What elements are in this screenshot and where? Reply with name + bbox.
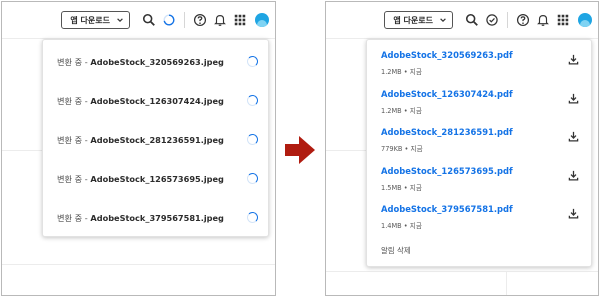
search-icon[interactable]	[142, 13, 156, 27]
converting-status: 변환 중 -	[57, 173, 91, 184]
background-gridline	[2, 264, 275, 265]
chevron-down-icon	[440, 18, 446, 23]
clear-notifications-button[interactable]: 알림 삭제	[381, 245, 411, 256]
app-grid-icon[interactable]	[556, 13, 570, 27]
app-grid-icon[interactable]	[233, 13, 247, 27]
download-meta: 1.5MB • 지금	[381, 183, 422, 192]
converting-item[interactable]: 변환 중 - AdobeStock_320569263.jpeg	[43, 42, 268, 81]
background-gridline	[326, 150, 366, 151]
converting-status: 변환 중 -	[57, 56, 91, 67]
loading-spinner-icon[interactable]	[162, 13, 176, 27]
app-download-label: 앱 다운로드	[70, 15, 110, 25]
avatar[interactable]	[578, 13, 592, 27]
arrow-right-icon	[285, 136, 315, 164]
converting-item[interactable]: 변환 중 - AdobeStock_379567581.jpeg	[43, 198, 268, 237]
download-item: AdobeStock_281236591.pdf 779KB • 지금	[367, 118, 591, 157]
converting-filename: AdobeStock_281236591.jpeg	[90, 134, 224, 145]
background-gridline	[506, 271, 507, 295]
download-item: AdobeStock_320569263.pdf 1.2MB • 지금	[367, 41, 591, 80]
avatar[interactable]	[255, 13, 269, 27]
download-filename-link[interactable]: AdobeStock_281236591.pdf	[381, 127, 513, 137]
converting-filename: AdobeStock_126573695.jpeg	[90, 173, 224, 184]
loading-spinner-icon	[247, 95, 258, 106]
download-meta: 1.4MB • 지금	[381, 222, 422, 230]
converting-item-text: 변환 중 - AdobeStock_126573695.jpeg	[57, 173, 247, 185]
download-meta: 1.2MB • 지금	[381, 68, 422, 76]
app-download-label: 앱 다운로드	[393, 15, 433, 25]
download-filename-link[interactable]: AdobeStock_126307424.pdf	[381, 89, 513, 99]
converting-status: 변환 중 -	[57, 134, 91, 145]
converting-status: 변환 중 -	[57, 95, 91, 106]
loading-spinner-icon	[247, 56, 258, 67]
app-download-button[interactable]: 앱 다운로드	[384, 11, 453, 29]
download-item: AdobeStock_379567581.pdf 1.4MB • 지금	[367, 195, 591, 234]
converting-item-text: 변환 중 - AdobeStock_320569263.jpeg	[57, 56, 247, 68]
downloads-dropdown: AdobeStock_320569263.pdf 1.2MB • 지금 Adob…	[366, 39, 592, 267]
bell-icon[interactable]	[536, 13, 550, 27]
loading-spinner-icon	[247, 134, 258, 145]
top-toolbar: 앱 다운로드	[384, 8, 592, 32]
bell-icon[interactable]	[213, 13, 227, 27]
download-icon[interactable]	[568, 93, 579, 104]
completed-panel: 앱 다운로드 AdobeStock_320569263.pdf 1.2MB • …	[325, 1, 599, 296]
download-icon[interactable]	[568, 54, 579, 65]
converting-item[interactable]: 변환 중 - AdobeStock_126573695.jpeg	[43, 159, 268, 198]
converting-status: 변환 중 -	[57, 212, 91, 223]
converting-filename: AdobeStock_126307424.jpeg	[90, 95, 224, 106]
search-icon[interactable]	[465, 13, 479, 27]
download-item: AdobeStock_126573695.pdf 1.5MB • 지금	[367, 157, 591, 196]
converting-filename: AdobeStock_379567581.jpeg	[90, 212, 224, 223]
converting-dropdown: 변환 중 - AdobeStock_320569263.jpeg 변환 중 - …	[42, 39, 269, 237]
download-icon[interactable]	[568, 170, 579, 181]
app-download-button[interactable]: 앱 다운로드	[61, 11, 130, 29]
download-filename-link[interactable]: AdobeStock_379567581.pdf	[381, 204, 513, 214]
converting-item-text: 변환 중 - AdobeStock_281236591.jpeg	[57, 134, 247, 146]
help-icon[interactable]	[516, 13, 530, 27]
converting-item[interactable]: 변환 중 - AdobeStock_281236591.jpeg	[43, 120, 268, 159]
chevron-down-icon	[117, 18, 123, 23]
download-icon[interactable]	[568, 131, 579, 142]
background-gridline	[326, 271, 598, 272]
download-icon[interactable]	[568, 208, 579, 219]
download-filename-link[interactable]: AdobeStock_126573695.pdf	[381, 166, 513, 176]
download-meta: 779KB • 지금	[381, 145, 423, 153]
download-item: AdobeStock_126307424.pdf 1.2MB • 지금	[367, 80, 591, 119]
top-toolbar: 앱 다운로드	[61, 8, 269, 32]
download-meta: 1.2MB • 지금	[381, 106, 422, 115]
help-icon[interactable]	[193, 13, 207, 27]
converting-panel: 앱 다운로드 변환 중 - AdobeStock_320569263.jpeg …	[1, 1, 276, 296]
converting-filename: AdobeStock_320569263.jpeg	[90, 56, 224, 67]
toolbar-divider	[507, 12, 508, 28]
loading-spinner-icon	[247, 173, 258, 184]
background-gridline	[2, 150, 42, 151]
converting-item[interactable]: 변환 중 - AdobeStock_126307424.jpeg	[43, 81, 268, 120]
download-filename-link[interactable]: AdobeStock_320569263.pdf	[381, 50, 513, 60]
check-circle-icon[interactable]	[485, 13, 499, 27]
converting-item-text: 변환 중 - AdobeStock_126307424.jpeg	[57, 95, 247, 107]
loading-spinner-icon	[247, 212, 258, 223]
converting-item-text: 변환 중 - AdobeStock_379567581.jpeg	[57, 212, 247, 224]
toolbar-divider	[184, 12, 185, 28]
